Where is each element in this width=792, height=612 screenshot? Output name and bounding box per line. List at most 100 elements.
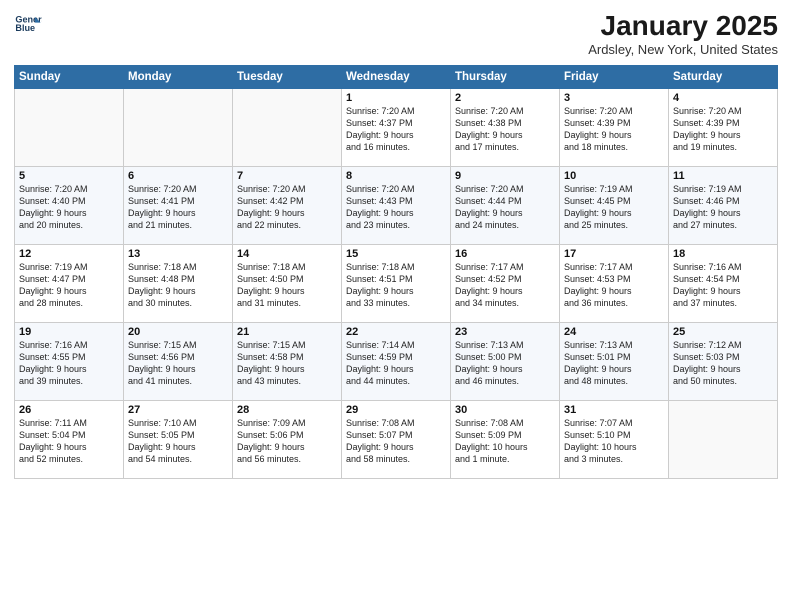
day-info: Sunrise: 7:08 AM Sunset: 5:07 PM Dayligh… xyxy=(346,417,446,466)
day-info: Sunrise: 7:17 AM Sunset: 4:53 PM Dayligh… xyxy=(564,261,664,310)
calendar-cell: 5Sunrise: 7:20 AM Sunset: 4:40 PM Daylig… xyxy=(15,167,124,245)
calendar-cell: 1Sunrise: 7:20 AM Sunset: 4:37 PM Daylig… xyxy=(342,89,451,167)
day-number: 30 xyxy=(455,404,555,416)
calendar-col-tuesday: Tuesday xyxy=(233,66,342,89)
day-info: Sunrise: 7:14 AM Sunset: 4:59 PM Dayligh… xyxy=(346,339,446,388)
page: General Blue January 2025 Ardsley, New Y… xyxy=(0,0,792,612)
day-number: 29 xyxy=(346,404,446,416)
day-info: Sunrise: 7:18 AM Sunset: 4:51 PM Dayligh… xyxy=(346,261,446,310)
day-info: Sunrise: 7:19 AM Sunset: 4:45 PM Dayligh… xyxy=(564,183,664,232)
calendar-cell: 9Sunrise: 7:20 AM Sunset: 4:44 PM Daylig… xyxy=(451,167,560,245)
calendar-col-friday: Friday xyxy=(560,66,669,89)
day-info: Sunrise: 7:07 AM Sunset: 5:10 PM Dayligh… xyxy=(564,417,664,466)
logo-icon: General Blue xyxy=(14,10,42,38)
logo: General Blue xyxy=(14,10,42,38)
day-number: 27 xyxy=(128,404,228,416)
calendar-cell: 7Sunrise: 7:20 AM Sunset: 4:42 PM Daylig… xyxy=(233,167,342,245)
day-info: Sunrise: 7:20 AM Sunset: 4:42 PM Dayligh… xyxy=(237,183,337,232)
day-info: Sunrise: 7:16 AM Sunset: 4:54 PM Dayligh… xyxy=(673,261,773,310)
day-number: 12 xyxy=(19,248,119,260)
calendar-cell: 14Sunrise: 7:18 AM Sunset: 4:50 PM Dayli… xyxy=(233,245,342,323)
day-info: Sunrise: 7:20 AM Sunset: 4:37 PM Dayligh… xyxy=(346,105,446,154)
day-number: 21 xyxy=(237,326,337,338)
calendar-col-saturday: Saturday xyxy=(669,66,778,89)
location: Ardsley, New York, United States xyxy=(588,42,778,57)
calendar-cell: 23Sunrise: 7:13 AM Sunset: 5:00 PM Dayli… xyxy=(451,323,560,401)
month-title: January 2025 xyxy=(588,10,778,42)
day-number: 22 xyxy=(346,326,446,338)
day-info: Sunrise: 7:12 AM Sunset: 5:03 PM Dayligh… xyxy=(673,339,773,388)
day-number: 6 xyxy=(128,170,228,182)
day-info: Sunrise: 7:17 AM Sunset: 4:52 PM Dayligh… xyxy=(455,261,555,310)
calendar-col-wednesday: Wednesday xyxy=(342,66,451,89)
calendar-cell: 4Sunrise: 7:20 AM Sunset: 4:39 PM Daylig… xyxy=(669,89,778,167)
day-number: 15 xyxy=(346,248,446,260)
day-number: 25 xyxy=(673,326,773,338)
calendar-cell: 27Sunrise: 7:10 AM Sunset: 5:05 PM Dayli… xyxy=(124,401,233,479)
calendar-header-row: SundayMondayTuesdayWednesdayThursdayFrid… xyxy=(15,66,778,89)
calendar-cell: 25Sunrise: 7:12 AM Sunset: 5:03 PM Dayli… xyxy=(669,323,778,401)
day-info: Sunrise: 7:08 AM Sunset: 5:09 PM Dayligh… xyxy=(455,417,555,466)
day-info: Sunrise: 7:19 AM Sunset: 4:46 PM Dayligh… xyxy=(673,183,773,232)
day-info: Sunrise: 7:20 AM Sunset: 4:39 PM Dayligh… xyxy=(673,105,773,154)
calendar-week-2: 5Sunrise: 7:20 AM Sunset: 4:40 PM Daylig… xyxy=(15,167,778,245)
calendar-week-5: 26Sunrise: 7:11 AM Sunset: 5:04 PM Dayli… xyxy=(15,401,778,479)
calendar-cell: 11Sunrise: 7:19 AM Sunset: 4:46 PM Dayli… xyxy=(669,167,778,245)
day-info: Sunrise: 7:15 AM Sunset: 4:58 PM Dayligh… xyxy=(237,339,337,388)
day-number: 18 xyxy=(673,248,773,260)
day-info: Sunrise: 7:10 AM Sunset: 5:05 PM Dayligh… xyxy=(128,417,228,466)
calendar-cell: 17Sunrise: 7:17 AM Sunset: 4:53 PM Dayli… xyxy=(560,245,669,323)
calendar-cell xyxy=(15,89,124,167)
svg-text:Blue: Blue xyxy=(15,23,35,33)
calendar-cell: 19Sunrise: 7:16 AM Sunset: 4:55 PM Dayli… xyxy=(15,323,124,401)
calendar-week-4: 19Sunrise: 7:16 AM Sunset: 4:55 PM Dayli… xyxy=(15,323,778,401)
calendar-cell: 22Sunrise: 7:14 AM Sunset: 4:59 PM Dayli… xyxy=(342,323,451,401)
day-number: 7 xyxy=(237,170,337,182)
day-number: 17 xyxy=(564,248,664,260)
calendar-col-thursday: Thursday xyxy=(451,66,560,89)
calendar-col-sunday: Sunday xyxy=(15,66,124,89)
day-info: Sunrise: 7:11 AM Sunset: 5:04 PM Dayligh… xyxy=(19,417,119,466)
day-number: 26 xyxy=(19,404,119,416)
calendar-cell: 20Sunrise: 7:15 AM Sunset: 4:56 PM Dayli… xyxy=(124,323,233,401)
calendar-cell: 13Sunrise: 7:18 AM Sunset: 4:48 PM Dayli… xyxy=(124,245,233,323)
calendar-cell: 21Sunrise: 7:15 AM Sunset: 4:58 PM Dayli… xyxy=(233,323,342,401)
day-number: 23 xyxy=(455,326,555,338)
calendar-cell xyxy=(669,401,778,479)
calendar-cell: 10Sunrise: 7:19 AM Sunset: 4:45 PM Dayli… xyxy=(560,167,669,245)
day-info: Sunrise: 7:09 AM Sunset: 5:06 PM Dayligh… xyxy=(237,417,337,466)
day-number: 9 xyxy=(455,170,555,182)
calendar-col-monday: Monday xyxy=(124,66,233,89)
day-number: 11 xyxy=(673,170,773,182)
day-info: Sunrise: 7:13 AM Sunset: 5:00 PM Dayligh… xyxy=(455,339,555,388)
day-number: 5 xyxy=(19,170,119,182)
day-info: Sunrise: 7:18 AM Sunset: 4:50 PM Dayligh… xyxy=(237,261,337,310)
calendar-cell xyxy=(233,89,342,167)
day-info: Sunrise: 7:20 AM Sunset: 4:39 PM Dayligh… xyxy=(564,105,664,154)
day-number: 13 xyxy=(128,248,228,260)
title-block: January 2025 Ardsley, New York, United S… xyxy=(588,10,778,57)
day-info: Sunrise: 7:20 AM Sunset: 4:43 PM Dayligh… xyxy=(346,183,446,232)
day-number: 2 xyxy=(455,92,555,104)
day-number: 3 xyxy=(564,92,664,104)
calendar-cell: 6Sunrise: 7:20 AM Sunset: 4:41 PM Daylig… xyxy=(124,167,233,245)
day-number: 20 xyxy=(128,326,228,338)
calendar-cell: 15Sunrise: 7:18 AM Sunset: 4:51 PM Dayli… xyxy=(342,245,451,323)
calendar-cell: 8Sunrise: 7:20 AM Sunset: 4:43 PM Daylig… xyxy=(342,167,451,245)
calendar-cell: 30Sunrise: 7:08 AM Sunset: 5:09 PM Dayli… xyxy=(451,401,560,479)
calendar-table: SundayMondayTuesdayWednesdayThursdayFrid… xyxy=(14,65,778,479)
day-info: Sunrise: 7:13 AM Sunset: 5:01 PM Dayligh… xyxy=(564,339,664,388)
day-info: Sunrise: 7:15 AM Sunset: 4:56 PM Dayligh… xyxy=(128,339,228,388)
calendar-cell: 12Sunrise: 7:19 AM Sunset: 4:47 PM Dayli… xyxy=(15,245,124,323)
day-number: 16 xyxy=(455,248,555,260)
calendar-cell: 26Sunrise: 7:11 AM Sunset: 5:04 PM Dayli… xyxy=(15,401,124,479)
day-number: 8 xyxy=(346,170,446,182)
day-info: Sunrise: 7:20 AM Sunset: 4:44 PM Dayligh… xyxy=(455,183,555,232)
day-number: 24 xyxy=(564,326,664,338)
day-number: 10 xyxy=(564,170,664,182)
calendar-cell: 18Sunrise: 7:16 AM Sunset: 4:54 PM Dayli… xyxy=(669,245,778,323)
day-info: Sunrise: 7:18 AM Sunset: 4:48 PM Dayligh… xyxy=(128,261,228,310)
day-info: Sunrise: 7:20 AM Sunset: 4:38 PM Dayligh… xyxy=(455,105,555,154)
day-info: Sunrise: 7:20 AM Sunset: 4:40 PM Dayligh… xyxy=(19,183,119,232)
day-number: 19 xyxy=(19,326,119,338)
